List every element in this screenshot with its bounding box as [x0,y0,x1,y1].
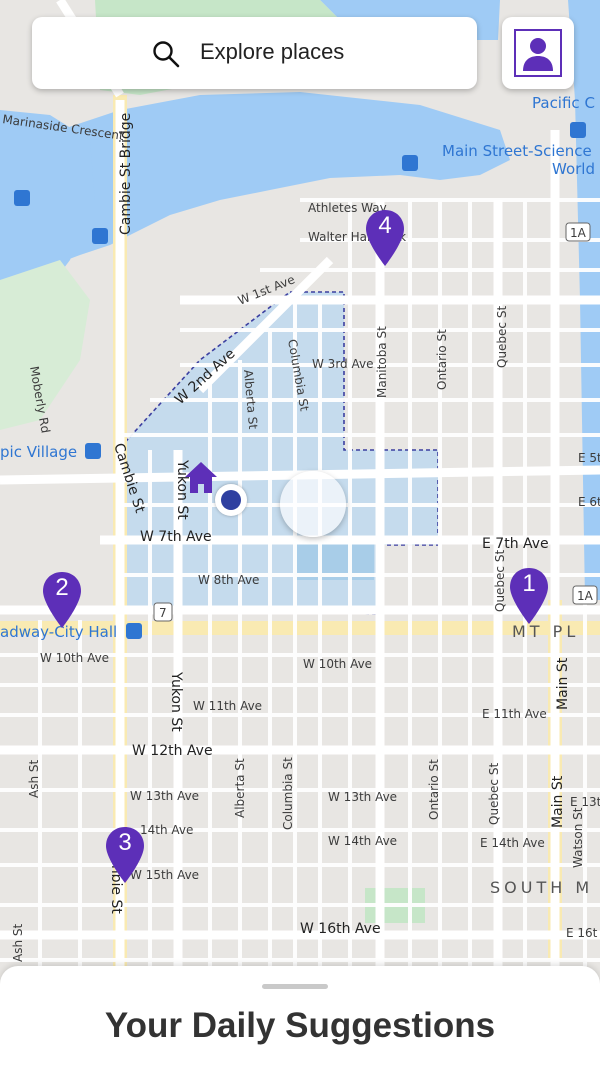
label-w13th: W 13th Ave [130,789,199,803]
label-w3rd: W 3rd Ave [312,357,373,371]
label-w10th-b: W 10th Ave [303,657,372,671]
label-manitoba: Manitoba St [375,326,389,398]
label-yukon-b: Yukon St [168,671,184,732]
label-w14th-b: W 14th Ave [328,834,397,848]
pin-4[interactable]: 4 [364,208,406,268]
search-input[interactable]: Explore places [200,39,344,65]
label-w12th: W 12th Ave [132,743,213,759]
label-quebec: Quebec St [495,306,509,368]
label-cambie-bridge: Cambie St Bridge [118,113,134,235]
location-dot [221,490,241,510]
label-science-world-1: Main Street-Science [442,142,592,160]
highway-shield-1a-b: 1A [572,585,598,605]
label-e11th: E 11th Ave [482,707,547,721]
label-w11th: W 11th Ave [193,699,262,713]
svg-text:1A: 1A [577,589,594,603]
label-w8th: W 8th Ave [198,573,259,587]
label-e13th: E 13t [570,795,600,809]
svg-text:7: 7 [159,606,167,620]
label-w7th: W 7th Ave [140,529,212,545]
search-bar[interactable]: Explore places [32,17,477,89]
label-science-world-2: World [552,160,595,178]
label-e5th: E 5t [578,451,600,465]
label-south-main: SOUTH M [490,878,593,897]
label-ontario: Ontario St [435,329,449,390]
label-w16th: W 16th Ave [300,921,381,937]
label-pacific: Pacific C [532,94,595,112]
suggestions-sheet[interactable]: Your Daily Suggestions [0,966,600,1067]
label-ontario-b: Ontario St [427,759,441,820]
search-icon [153,41,180,68]
pin-number: 3 [118,829,132,856]
label-e16th: E 16t [566,926,598,940]
label-main: Main St [555,657,571,710]
label-e14th: E 14th Ave [480,836,545,850]
label-ash-b: Ash St [11,924,25,962]
profile-button[interactable] [502,17,574,89]
label-columbia-b: Columbia St [281,757,295,830]
label-quebec-c: Quebec St [493,550,507,612]
label-e7th: E 7th Ave [482,536,549,552]
pin-number: 4 [378,212,392,239]
label-w10th: W 10th Ave [40,651,109,665]
person-icon [523,38,553,71]
label-alberta-b: Alberta St [233,758,247,818]
label-watson: Watson St [571,807,585,868]
label-w14th: 14th Ave [140,823,193,837]
profile-frame [514,29,562,77]
pin-1[interactable]: 1 [508,566,550,626]
pin-number: 2 [55,574,69,601]
label-main-b: Main St [550,775,566,828]
pin-number: 1 [522,570,536,597]
label-pacific-village: pic Village [0,443,77,461]
map[interactable]: Marinaside Crescent Cambie St Bridge Pac… [0,0,600,1067]
label-e6th: E 6t [578,495,600,509]
label-w13th-b: W 13th Ave [328,790,397,804]
drag-handle[interactable] [262,984,328,989]
pin-3[interactable]: 3 [104,825,146,885]
sheet-title: Your Daily Suggestions [104,1006,496,1045]
highway-shield-1a: 1A [565,222,591,242]
pin-2[interactable]: 2 [41,570,83,630]
neighbourhood-zone [117,291,439,615]
label-ash: Ash St [27,760,41,798]
svg-text:1A: 1A [570,226,587,240]
highway-shield-7: 7 [153,602,173,622]
map-focus-circle[interactable] [280,471,346,537]
label-quebec-b: Quebec St [487,763,501,825]
current-location-icon [215,484,247,516]
home-icon[interactable] [183,460,219,496]
